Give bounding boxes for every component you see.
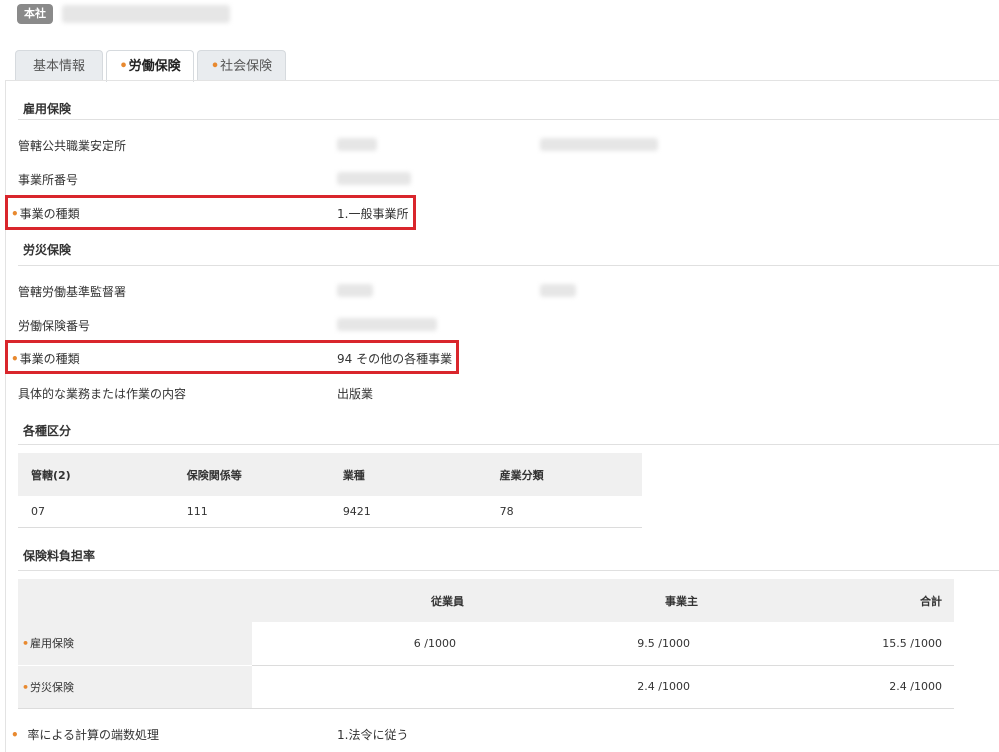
tab-social-insurance[interactable]: •社会保険 (197, 50, 286, 81)
table-cell (252, 665, 476, 709)
employment-type-label: •事業の種類 (11, 205, 80, 222)
table-row: •労災保険 2.4 /1000 2.4 /1000 (18, 665, 954, 709)
categories-table: 管轄(2) 保険関係等 業種 産業分類 07 111 9421 78 (18, 453, 642, 528)
table-cell: 07 (18, 496, 174, 528)
section-title-workers-comp: 労災保険 (23, 243, 72, 257)
workers-office-code-redacted (337, 284, 373, 297)
required-dot-icon: • (22, 680, 30, 694)
table-cell: 6 /1000 (252, 622, 476, 666)
employment-type-value: 1.一般事業所 (337, 207, 409, 221)
employment-office-code-redacted (337, 138, 377, 151)
workers-type-value: 94 その他の各種事業 (337, 352, 453, 366)
required-dot-icon: • (11, 352, 19, 366)
column-header: 産業分類 (486, 453, 642, 496)
table-cell: 111 (173, 496, 330, 528)
table-cell: 2.4 /1000 (476, 665, 710, 709)
workers-type-label: •事業の種類 (11, 350, 80, 367)
labor-insurance-number-label: 労働保険番号 (18, 319, 91, 333)
rates-table: 従業員 事業主 合計 •雇用保険 6 /1000 9.5 /1000 15.5 … (18, 579, 954, 709)
tab-label: 基本情報 (32, 59, 85, 74)
required-dot-icon: • (11, 728, 19, 742)
table-cell: 9.5 /1000 (476, 622, 710, 666)
required-dot-icon: • (119, 59, 128, 74)
workers-office-name-redacted (540, 284, 576, 297)
row-label: •労災保険 (18, 665, 252, 709)
column-header: 保険関係等 (173, 453, 330, 496)
employment-office-name-redacted (540, 138, 658, 151)
divider (18, 444, 999, 445)
table-header-row: 管轄(2) 保険関係等 業種 産業分類 (18, 453, 642, 496)
row-label: •雇用保険 (18, 622, 252, 666)
employment-number-redacted (337, 172, 411, 185)
section-title-rates: 保険料負担率 (23, 549, 96, 563)
rounding-value: 1.法令に従う (337, 728, 409, 742)
column-header: 管轄(2) (18, 453, 174, 496)
tab-labor-insurance[interactable]: •労働保険 (106, 50, 194, 82)
table-cell: 78 (486, 496, 642, 528)
required-dot-icon: • (11, 207, 19, 221)
section-title-employment: 雇用保険 (23, 102, 72, 116)
column-header (18, 579, 252, 622)
tab-basic-info[interactable]: 基本情報 (15, 50, 103, 81)
office-badge: 本社 (17, 4, 53, 24)
labor-insurance-number-redacted (337, 318, 437, 331)
column-header: 従業員 (252, 579, 476, 622)
tab-label: 社会保険 (220, 59, 273, 74)
work-detail-label: 具体的な業務または作業の内容 (18, 387, 187, 401)
label-text: 雇用保険 (30, 637, 75, 651)
employment-number-label: 事業所番号 (18, 173, 79, 187)
column-header: 事業主 (476, 579, 710, 622)
table-row: 07 111 9421 78 (18, 496, 642, 528)
office-name-redacted (62, 5, 230, 23)
employment-office-label: 管轄公共職業安定所 (18, 139, 127, 153)
workers-office-label: 管轄労働基準監督署 (18, 285, 127, 299)
required-dot-icon: • (22, 637, 30, 651)
label-text: 労災保険 (30, 680, 75, 694)
column-header: 業種 (329, 453, 487, 496)
table-row: •雇用保険 6 /1000 9.5 /1000 15.5 /1000 (18, 622, 954, 666)
work-detail-value: 出版業 (337, 387, 374, 401)
required-dot-icon: • (210, 59, 220, 74)
rounding-label: • 率による計算の端数処理 (11, 726, 159, 743)
label-text: 事業の種類 (19, 352, 80, 366)
label-text: 事業の種類 (19, 207, 80, 221)
label-text: 率による計算の端数処理 (27, 728, 159, 742)
table-header-row: 従業員 事業主 合計 (18, 579, 954, 622)
table-cell: 15.5 /1000 (710, 622, 954, 666)
divider (18, 570, 999, 571)
tab-label: 労働保険 (128, 59, 181, 74)
column-header: 合計 (710, 579, 954, 622)
table-cell: 9421 (329, 496, 487, 528)
section-title-categories: 各種区分 (23, 424, 72, 438)
divider (18, 265, 999, 266)
table-cell: 2.4 /1000 (710, 665, 954, 709)
divider (18, 119, 999, 120)
